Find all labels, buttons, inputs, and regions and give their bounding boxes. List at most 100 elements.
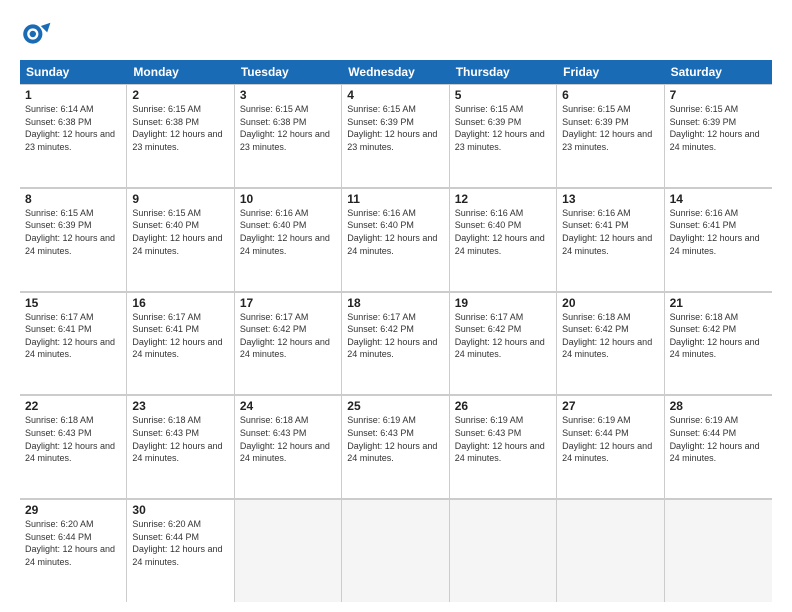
day-number: 24 (240, 399, 336, 413)
day-number: 25 (347, 399, 443, 413)
header-day-wednesday: Wednesday (342, 60, 449, 84)
day-number: 12 (455, 192, 551, 206)
logo (20, 18, 56, 50)
day-info: Sunrise: 6:17 AM Sunset: 6:42 PM Dayligh… (347, 311, 443, 361)
calendar-cell: 26 Sunrise: 6:19 AM Sunset: 6:43 PM Dayl… (450, 395, 557, 498)
day-info: Sunrise: 6:19 AM Sunset: 6:43 PM Dayligh… (347, 414, 443, 464)
day-info: Sunrise: 6:15 AM Sunset: 6:38 PM Dayligh… (132, 103, 228, 153)
day-info: Sunrise: 6:16 AM Sunset: 6:41 PM Dayligh… (670, 207, 767, 257)
day-info: Sunrise: 6:14 AM Sunset: 6:38 PM Dayligh… (25, 103, 121, 153)
logo-icon (20, 18, 52, 50)
day-info: Sunrise: 6:20 AM Sunset: 6:44 PM Dayligh… (132, 518, 228, 568)
day-number: 5 (455, 88, 551, 102)
calendar-cell: 24 Sunrise: 6:18 AM Sunset: 6:43 PM Dayl… (235, 395, 342, 498)
calendar-cell: 28 Sunrise: 6:19 AM Sunset: 6:44 PM Dayl… (665, 395, 772, 498)
day-number: 4 (347, 88, 443, 102)
day-info: Sunrise: 6:20 AM Sunset: 6:44 PM Dayligh… (25, 518, 121, 568)
day-info: Sunrise: 6:15 AM Sunset: 6:39 PM Dayligh… (455, 103, 551, 153)
day-number: 6 (562, 88, 658, 102)
day-number: 1 (25, 88, 121, 102)
calendar-cell: 4 Sunrise: 6:15 AM Sunset: 6:39 PM Dayli… (342, 84, 449, 187)
day-info: Sunrise: 6:19 AM Sunset: 6:44 PM Dayligh… (562, 414, 658, 464)
calendar-cell: 10 Sunrise: 6:16 AM Sunset: 6:40 PM Dayl… (235, 188, 342, 291)
day-info: Sunrise: 6:18 AM Sunset: 6:42 PM Dayligh… (562, 311, 658, 361)
calendar-cell (342, 499, 449, 602)
day-info: Sunrise: 6:18 AM Sunset: 6:43 PM Dayligh… (25, 414, 121, 464)
calendar-row-1: 1 Sunrise: 6:14 AM Sunset: 6:38 PM Dayli… (20, 84, 772, 188)
day-number: 14 (670, 192, 767, 206)
calendar-cell: 16 Sunrise: 6:17 AM Sunset: 6:41 PM Dayl… (127, 292, 234, 395)
calendar-cell: 1 Sunrise: 6:14 AM Sunset: 6:38 PM Dayli… (20, 84, 127, 187)
day-number: 19 (455, 296, 551, 310)
calendar-cell: 6 Sunrise: 6:15 AM Sunset: 6:39 PM Dayli… (557, 84, 664, 187)
day-info: Sunrise: 6:18 AM Sunset: 6:42 PM Dayligh… (670, 311, 767, 361)
calendar-body: 1 Sunrise: 6:14 AM Sunset: 6:38 PM Dayli… (20, 84, 772, 602)
day-info: Sunrise: 6:16 AM Sunset: 6:40 PM Dayligh… (240, 207, 336, 257)
day-info: Sunrise: 6:17 AM Sunset: 6:42 PM Dayligh… (240, 311, 336, 361)
day-info: Sunrise: 6:17 AM Sunset: 6:41 PM Dayligh… (132, 311, 228, 361)
calendar-header: SundayMondayTuesdayWednesdayThursdayFrid… (20, 60, 772, 84)
header-day-thursday: Thursday (450, 60, 557, 84)
calendar-cell: 29 Sunrise: 6:20 AM Sunset: 6:44 PM Dayl… (20, 499, 127, 602)
day-info: Sunrise: 6:18 AM Sunset: 6:43 PM Dayligh… (132, 414, 228, 464)
calendar-cell: 2 Sunrise: 6:15 AM Sunset: 6:38 PM Dayli… (127, 84, 234, 187)
day-info: Sunrise: 6:15 AM Sunset: 6:39 PM Dayligh… (670, 103, 767, 153)
header-day-monday: Monday (127, 60, 234, 84)
day-number: 9 (132, 192, 228, 206)
calendar-cell: 23 Sunrise: 6:18 AM Sunset: 6:43 PM Dayl… (127, 395, 234, 498)
day-number: 13 (562, 192, 658, 206)
day-info: Sunrise: 6:16 AM Sunset: 6:40 PM Dayligh… (347, 207, 443, 257)
header (20, 18, 772, 50)
day-number: 20 (562, 296, 658, 310)
day-number: 27 (562, 399, 658, 413)
calendar-row-3: 15 Sunrise: 6:17 AM Sunset: 6:41 PM Dayl… (20, 292, 772, 396)
day-number: 28 (670, 399, 767, 413)
day-number: 7 (670, 88, 767, 102)
calendar-cell (235, 499, 342, 602)
calendar-cell (450, 499, 557, 602)
day-number: 8 (25, 192, 121, 206)
day-number: 10 (240, 192, 336, 206)
calendar-cell (665, 499, 772, 602)
day-info: Sunrise: 6:15 AM Sunset: 6:39 PM Dayligh… (347, 103, 443, 153)
header-day-tuesday: Tuesday (235, 60, 342, 84)
day-number: 29 (25, 503, 121, 517)
calendar-row-5: 29 Sunrise: 6:20 AM Sunset: 6:44 PM Dayl… (20, 499, 772, 602)
calendar-cell: 9 Sunrise: 6:15 AM Sunset: 6:40 PM Dayli… (127, 188, 234, 291)
day-info: Sunrise: 6:15 AM Sunset: 6:39 PM Dayligh… (25, 207, 121, 257)
calendar-cell: 18 Sunrise: 6:17 AM Sunset: 6:42 PM Dayl… (342, 292, 449, 395)
day-info: Sunrise: 6:17 AM Sunset: 6:42 PM Dayligh… (455, 311, 551, 361)
day-info: Sunrise: 6:16 AM Sunset: 6:41 PM Dayligh… (562, 207, 658, 257)
header-day-sunday: Sunday (20, 60, 127, 84)
calendar-cell: 21 Sunrise: 6:18 AM Sunset: 6:42 PM Dayl… (665, 292, 772, 395)
calendar-cell: 13 Sunrise: 6:16 AM Sunset: 6:41 PM Dayl… (557, 188, 664, 291)
day-number: 15 (25, 296, 121, 310)
day-number: 18 (347, 296, 443, 310)
calendar-cell: 17 Sunrise: 6:17 AM Sunset: 6:42 PM Dayl… (235, 292, 342, 395)
calendar-cell: 7 Sunrise: 6:15 AM Sunset: 6:39 PM Dayli… (665, 84, 772, 187)
day-number: 22 (25, 399, 121, 413)
day-number: 26 (455, 399, 551, 413)
calendar-cell: 5 Sunrise: 6:15 AM Sunset: 6:39 PM Dayli… (450, 84, 557, 187)
day-info: Sunrise: 6:18 AM Sunset: 6:43 PM Dayligh… (240, 414, 336, 464)
calendar-cell: 14 Sunrise: 6:16 AM Sunset: 6:41 PM Dayl… (665, 188, 772, 291)
day-number: 3 (240, 88, 336, 102)
calendar-cell: 12 Sunrise: 6:16 AM Sunset: 6:40 PM Dayl… (450, 188, 557, 291)
calendar-cell: 27 Sunrise: 6:19 AM Sunset: 6:44 PM Dayl… (557, 395, 664, 498)
calendar-cell: 15 Sunrise: 6:17 AM Sunset: 6:41 PM Dayl… (20, 292, 127, 395)
day-info: Sunrise: 6:16 AM Sunset: 6:40 PM Dayligh… (455, 207, 551, 257)
day-info: Sunrise: 6:15 AM Sunset: 6:40 PM Dayligh… (132, 207, 228, 257)
header-day-saturday: Saturday (665, 60, 772, 84)
day-number: 30 (132, 503, 228, 517)
day-number: 21 (670, 296, 767, 310)
day-number: 23 (132, 399, 228, 413)
calendar-cell: 3 Sunrise: 6:15 AM Sunset: 6:38 PM Dayli… (235, 84, 342, 187)
calendar-cell: 22 Sunrise: 6:18 AM Sunset: 6:43 PM Dayl… (20, 395, 127, 498)
header-day-friday: Friday (557, 60, 664, 84)
calendar-cell: 20 Sunrise: 6:18 AM Sunset: 6:42 PM Dayl… (557, 292, 664, 395)
calendar-row-2: 8 Sunrise: 6:15 AM Sunset: 6:39 PM Dayli… (20, 188, 772, 292)
calendar-cell: 11 Sunrise: 6:16 AM Sunset: 6:40 PM Dayl… (342, 188, 449, 291)
calendar: SundayMondayTuesdayWednesdayThursdayFrid… (20, 60, 772, 602)
day-number: 16 (132, 296, 228, 310)
calendar-cell: 8 Sunrise: 6:15 AM Sunset: 6:39 PM Dayli… (20, 188, 127, 291)
